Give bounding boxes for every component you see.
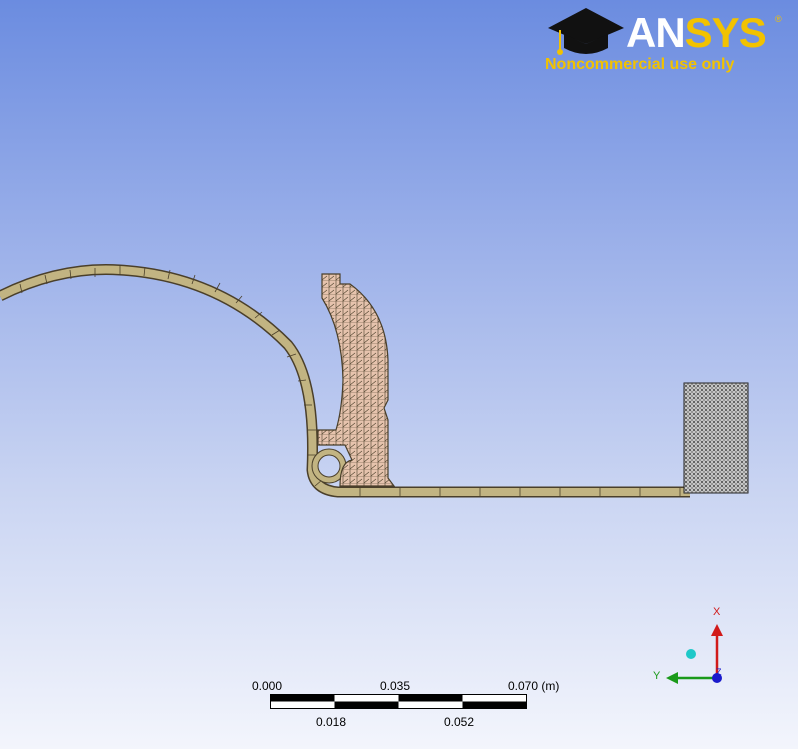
fine-mesh-block [683, 382, 749, 494]
scale-label-0: 0.000 [252, 679, 283, 693]
triad-y-label: Y [653, 670, 661, 682]
scale-label-4: 0.070 (m) [508, 679, 560, 693]
triad-x-label: X [713, 606, 721, 618]
scale-label-3: 0.052 [444, 715, 475, 729]
scale-label-1: 0.018 [316, 715, 347, 729]
scale-bar-graphic [270, 694, 527, 709]
scale-label-2: 0.035 [380, 679, 411, 693]
graphics-viewport[interactable]: ANSYS ® Noncommercial use only 0.000 0.0… [0, 0, 798, 749]
triad-z-label: Z [716, 667, 722, 677]
